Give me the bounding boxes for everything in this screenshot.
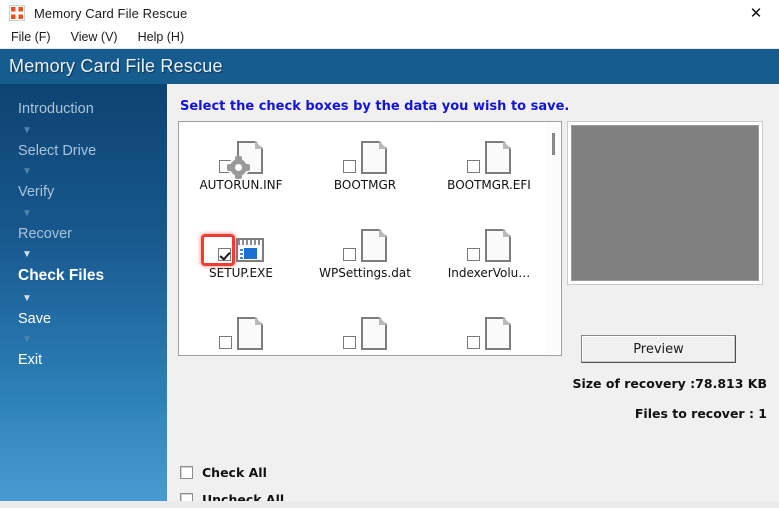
size-of-recovery-label: Size of recovery :78.813 KB	[572, 376, 767, 391]
preview-image	[571, 125, 759, 281]
menu-view[interactable]: View (V)	[62, 28, 127, 46]
document-gear-icon	[227, 141, 263, 179]
chevron-down-icon: ▼	[22, 124, 32, 136]
file-item-partial-1[interactable]	[179, 308, 303, 355]
file-name-label: AUTORUN.INF	[199, 178, 283, 192]
preview-button[interactable]: Preview	[581, 335, 736, 363]
document-icon	[361, 229, 387, 262]
file-row: AUTORUN.INF BOOTMGR BOOTMGR.EFI	[179, 132, 561, 220]
chevron-down-icon: ▼	[22, 249, 32, 260]
file-item-bootmgr[interactable]: BOOTMGR	[303, 132, 427, 220]
document-icon	[485, 141, 511, 174]
content-pane: Select the check boxes by the data you w…	[167, 84, 779, 507]
menu-file[interactable]: File (F)	[2, 28, 60, 46]
file-checkbox[interactable]	[467, 336, 480, 349]
chevron-down-icon: ▼	[22, 292, 32, 304]
file-item-setup-exe[interactable]: SETUP.EXE	[179, 220, 303, 308]
sidebar-step-introduction[interactable]: Introduction	[0, 102, 167, 117]
sidebar-step-check-files[interactable]: Check Files	[0, 268, 167, 284]
close-icon[interactable]: ✕	[733, 0, 779, 26]
file-item-wpsettings-dat[interactable]: WPSettings.dat	[303, 220, 427, 308]
menu-bar: File (F) View (V) Help (H)	[0, 26, 779, 49]
check-all-checkbox[interactable]	[180, 466, 193, 479]
file-list-scrollbar[interactable]	[546, 123, 560, 354]
file-checkbox[interactable]	[218, 248, 231, 261]
file-checkbox[interactable]	[343, 248, 356, 261]
file-row: SETUP.EXE WPSettings.dat IndexerVolu…	[179, 220, 561, 308]
document-icon	[361, 317, 387, 350]
check-all-row[interactable]: Check All	[180, 465, 267, 480]
document-icon	[361, 141, 387, 174]
file-item-partial-3[interactable]	[427, 308, 551, 355]
instruction-text: Select the check boxes by the data you w…	[180, 99, 570, 114]
sidebar-step-recover[interactable]: Recover	[0, 226, 167, 242]
title-bar: Memory Card File Rescue ✕	[0, 0, 779, 26]
file-item-partial-2[interactable]	[303, 308, 427, 355]
file-name-label: BOOTMGR.EFI	[447, 178, 531, 192]
file-list-panel[interactable]: AUTORUN.INF BOOTMGR BOOTMGR.EFI SETUP.EX…	[178, 121, 562, 356]
document-icon	[485, 229, 511, 262]
banner-title: Memory Card File Rescue	[9, 56, 223, 76]
app-banner: Memory Card File Rescue	[0, 49, 779, 84]
wizard-step-sidebar: Introduction ▼ Select Drive ▼ Verify ▼ R…	[0, 84, 167, 501]
file-item-indexervolume[interactable]: IndexerVolu…	[427, 220, 551, 308]
application-icon	[236, 238, 264, 262]
file-checkbox[interactable]	[219, 336, 232, 349]
file-row	[179, 308, 561, 355]
chevron-down-icon: ▼	[22, 166, 32, 177]
menu-help[interactable]: Help (H)	[129, 28, 194, 46]
files-to-recover-label: Files to recover : 1	[634, 406, 767, 421]
file-item-autorun-inf[interactable]: AUTORUN.INF	[179, 132, 303, 220]
app-logo-icon	[9, 5, 25, 21]
file-checkbox[interactable]	[343, 336, 356, 349]
chevron-down-icon: ▼	[22, 334, 32, 345]
file-grid: AUTORUN.INF BOOTMGR BOOTMGR.EFI SETUP.EX…	[179, 122, 561, 355]
sidebar-step-select-drive[interactable]: Select Drive	[0, 143, 167, 159]
application-window: Memory Card File Rescue ✕ File (F) View …	[0, 0, 779, 508]
check-all-label: Check All	[202, 465, 267, 480]
file-checkbox[interactable]	[467, 160, 480, 173]
window-title: Memory Card File Rescue	[34, 5, 188, 21]
file-name-label: IndexerVolu…	[447, 266, 531, 280]
file-name-label: WPSettings.dat	[319, 266, 411, 280]
file-name-label: BOOTMGR	[333, 178, 397, 192]
file-name-label: SETUP.EXE	[209, 266, 273, 280]
document-icon	[485, 317, 511, 350]
sidebar-step-exit[interactable]: Exit	[0, 353, 167, 368]
sidebar-step-verify[interactable]: Verify	[0, 185, 167, 200]
file-checkbox[interactable]	[343, 160, 356, 173]
document-icon	[237, 317, 263, 350]
chevron-down-icon: ▼	[22, 207, 32, 219]
window-bottom-strip	[0, 501, 779, 508]
file-checkbox[interactable]	[467, 248, 480, 261]
scrollbar-thumb[interactable]	[552, 133, 555, 155]
preview-panel	[567, 121, 763, 285]
sidebar-step-save[interactable]: Save	[0, 311, 167, 327]
file-item-bootmgr-efi[interactable]: BOOTMGR.EFI	[427, 132, 551, 220]
